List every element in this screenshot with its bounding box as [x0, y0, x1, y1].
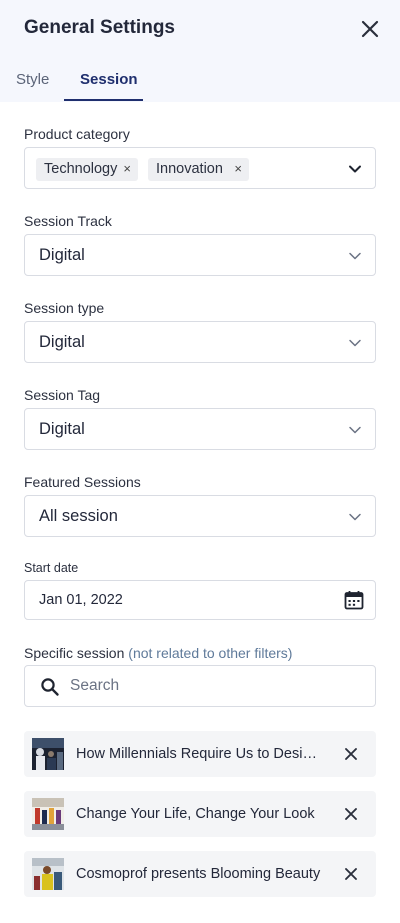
- session-thumbnail: [32, 798, 64, 830]
- session-thumbnail: [32, 858, 64, 890]
- chevron-down-icon: [349, 426, 361, 434]
- close-icon: [345, 868, 357, 880]
- remove-session-button[interactable]: [344, 807, 358, 821]
- active-tab-indicator: [64, 99, 143, 101]
- panel-header: General Settings Style Session: [0, 0, 400, 102]
- session-list-item: How Millennials Require Us to Design…: [24, 731, 376, 777]
- close-icon: [345, 808, 357, 820]
- chevron-down-icon: [349, 513, 361, 521]
- featured-sessions-label: Featured Sessions: [24, 474, 141, 490]
- session-list-item: Change Your Life, Change Your Look: [24, 791, 376, 837]
- chip-remove-icon[interactable]: ×: [123, 161, 131, 176]
- panel-title: General Settings: [24, 17, 175, 38]
- chip-technology: Technology ×: [36, 158, 138, 181]
- product-category-multiselect[interactable]: Technology × Innovation ×: [24, 147, 376, 189]
- chip-innovation: Innovation ×: [148, 158, 249, 181]
- start-date-label: Start date: [24, 561, 79, 575]
- close-button[interactable]: [358, 17, 382, 41]
- session-name: Cosmoprof presents Blooming Beauty: [76, 866, 321, 882]
- start-date-value: Jan 01, 2022: [39, 592, 123, 608]
- chevron-down-icon[interactable]: [348, 162, 362, 176]
- calendar-icon[interactable]: [343, 589, 365, 611]
- chevron-down-icon: [349, 252, 361, 260]
- session-type-value: Digital: [39, 333, 85, 351]
- session-thumbnail: [32, 738, 64, 770]
- session-search-box[interactable]: [24, 665, 376, 707]
- chip-remove-icon[interactable]: ×: [234, 161, 242, 176]
- session-type-select[interactable]: Digital: [24, 321, 376, 363]
- session-track-select[interactable]: Digital: [24, 234, 376, 276]
- session-search-input[interactable]: [70, 675, 360, 697]
- start-date-input[interactable]: Jan 01, 2022: [24, 580, 376, 620]
- session-list-item: Cosmoprof presents Blooming Beauty: [24, 851, 376, 897]
- session-type-label: Session type: [24, 300, 105, 316]
- featured-sessions-select[interactable]: All session: [24, 495, 376, 537]
- session-tag-select[interactable]: Digital: [24, 408, 376, 450]
- remove-session-button[interactable]: [344, 747, 358, 761]
- tab-style[interactable]: Style: [16, 71, 49, 88]
- session-name: Change Your Life, Change Your Look: [76, 806, 315, 822]
- product-category-label: Product category: [24, 126, 130, 142]
- chip-label: Innovation: [156, 161, 223, 177]
- remove-session-button[interactable]: [344, 867, 358, 881]
- close-icon: [345, 748, 357, 760]
- specific-session-label: Specific session (not related to other f…: [24, 645, 292, 661]
- session-tag-value: Digital: [39, 420, 85, 438]
- chip-label: Technology: [44, 161, 118, 177]
- close-icon: [361, 20, 379, 38]
- session-tag-label: Session Tag: [24, 387, 101, 403]
- specific-session-title: Specific session: [24, 645, 125, 661]
- chevron-down-icon: [349, 339, 361, 347]
- search-icon: [41, 678, 59, 696]
- session-track-value: Digital: [39, 246, 85, 264]
- session-track-label: Session Track: [24, 213, 112, 229]
- specific-session-hint: (not related to other filters): [128, 645, 293, 661]
- tab-session[interactable]: Session: [80, 71, 138, 88]
- session-name: How Millennials Require Us to Design…: [76, 746, 324, 762]
- featured-sessions-value: All session: [39, 507, 118, 525]
